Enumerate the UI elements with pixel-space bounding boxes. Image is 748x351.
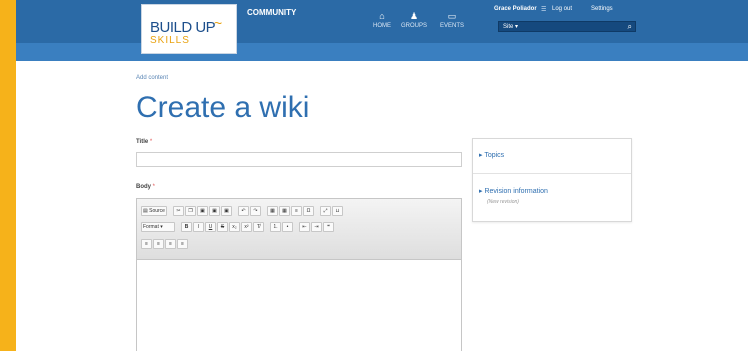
horizontal-line-icon[interactable]: ≡ [290,206,302,216]
nav-events[interactable]: ▭ EVENTS [440,10,464,29]
body-editor[interactable]: ▤ Source ✂ ❐ ▣ ▣ ▣ ↶ ↷ ▦ ▦ ≡ Ω ⤢ ⊔ Forma… [136,198,462,351]
show-blocks-icon[interactable]: ⊔ [331,206,343,216]
align-left-icon[interactable]: ≡ [141,239,152,249]
align-justify-icon[interactable]: ≡ [177,239,188,249]
bold-button[interactable]: B [181,222,192,232]
breadcrumb-add-content[interactable]: Add content [136,75,168,81]
numbered-list-icon[interactable]: ⒈ [270,222,281,232]
nav-home-label: HOME [373,23,391,29]
settings-link[interactable]: Settings [591,6,613,12]
bulleted-list-icon[interactable]: • [282,222,293,232]
underline-button[interactable]: U [205,222,216,232]
revision-toggle[interactable]: ▸ Revision information [479,187,548,195]
source-label: Source [149,208,165,214]
superscript-icon[interactable]: x² [241,222,252,232]
remove-format-icon[interactable]: T̸ [253,222,264,232]
required-mark: * [152,184,156,190]
table-icon[interactable]: ▦ [278,206,290,216]
special-char-icon[interactable]: Ω [302,206,314,216]
format-label: Format [143,224,159,230]
logout-link[interactable]: Log out [552,6,572,12]
format-select[interactable]: Format ▾ [141,222,175,232]
title-label-text: Title [136,139,149,145]
site-logo[interactable]: BUILD UP ~ SKILLS [141,4,237,54]
title-label: Title * [136,139,152,145]
align-right-icon[interactable]: ≡ [165,239,176,249]
strike-button[interactable]: S [217,222,228,232]
nav-home[interactable]: ⌂ HOME [373,10,391,29]
blockquote-icon[interactable]: ❝ [323,222,334,232]
paste-icon[interactable]: ▣ [196,206,208,216]
home-icon: ⌂ [379,11,385,21]
body-label-text: Body [136,184,151,190]
paste-word-icon[interactable]: ▣ [220,206,232,216]
body-label: Body * [136,184,155,190]
required-mark: * [149,139,153,145]
groups-icon: ♟ [409,11,419,21]
nav-events-label: EVENTS [440,23,465,29]
undo-icon[interactable]: ↶ [237,206,249,216]
section-title: COMMUNITY [247,8,297,17]
title-input[interactable] [136,152,462,167]
logo-swirl-icon: ~ [214,15,223,31]
search-input[interactable]: Site ▾ ⌕ [498,21,636,32]
logo-main-text: BUILD UP [150,19,216,36]
nav-groups[interactable]: ♟ GROUPS [401,10,427,29]
user-name-link[interactable]: Grace Poliador [494,6,537,12]
paste-text-icon[interactable]: ▣ [208,206,220,216]
copy-icon[interactable]: ❐ [184,206,196,216]
sidebar-panel: ▸ Topics ▸ Revision information (New rev… [472,138,632,222]
maximize-icon[interactable]: ⤢ [319,206,331,216]
topics-label: Topics [484,152,505,159]
nav-groups-label: GROUPS [401,23,428,29]
editor-toolbar: ▤ Source ✂ ❐ ▣ ▣ ▣ ↶ ↷ ▦ ▦ ≡ Ω ⤢ ⊔ Forma… [137,199,461,260]
outdent-icon[interactable]: ⇤ [299,222,310,232]
logo-sub-text: SKILLS [150,35,190,46]
image-icon[interactable]: ▦ [266,206,278,216]
user-menu-icon[interactable]: ☰ [541,6,546,13]
align-center-icon[interactable]: ≡ [153,239,164,249]
revision-label: Revision information [484,188,548,195]
cut-icon[interactable]: ✂ [172,206,184,216]
source-button[interactable]: ▤ Source [141,206,167,216]
indent-icon[interactable]: ⇥ [311,222,322,232]
sub-bar [16,43,748,61]
topics-toggle[interactable]: ▸ Topics [479,151,504,159]
page-frame: BUILD UP ~ SKILLS COMMUNITY ⌂ HOME ♟ GRO… [16,0,748,351]
search-scope-select[interactable]: Site ▾ [503,23,518,30]
redo-icon[interactable]: ↷ [249,206,261,216]
events-icon: ▭ [447,11,457,21]
search-icon[interactable]: ⌕ [628,22,632,32]
sidebar-divider [473,173,631,174]
subscript-icon[interactable]: x₂ [229,222,240,232]
revision-summary: (New revision) [487,199,519,205]
page-title: Create a wiki [136,91,310,124]
italic-button[interactable]: I [193,222,204,232]
